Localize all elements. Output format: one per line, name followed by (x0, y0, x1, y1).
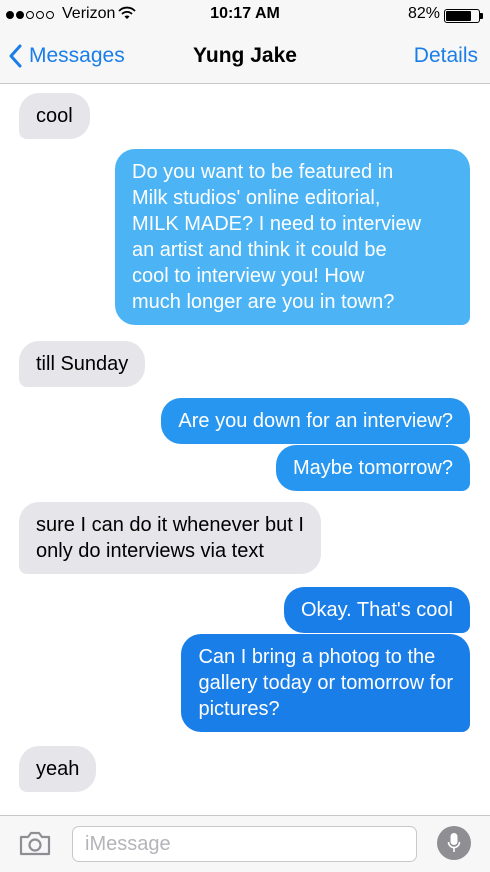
outgoing-message-bubble[interactable]: Do you want to be featured in Milk studi… (115, 149, 470, 325)
battery-level-fill (446, 11, 472, 21)
status-bar: Verizon 10:17 AM 82% (0, 0, 490, 30)
outgoing-message-bubble[interactable]: Are you down for an interview? (161, 398, 470, 444)
microphone-button[interactable] (437, 826, 471, 860)
battery-icon (444, 9, 483, 23)
navigation-bar: Messages Yung Jake Details (0, 30, 490, 84)
battery-percent: 82% (407, 5, 440, 22)
outgoing-message-bubble[interactable]: Can I bring a photog to the gallery toda… (181, 634, 470, 732)
outgoing-message-bubble[interactable]: Maybe tomorrow? (275, 445, 470, 491)
incoming-message-bubble[interactable]: till Sunday (19, 341, 146, 387)
battery-tip (480, 13, 483, 19)
camera-icon (19, 831, 51, 856)
camera-button[interactable] (18, 830, 52, 861)
microphone-icon (447, 833, 461, 852)
message-thread: cool Do you want to be featured in Milk … (0, 85, 490, 815)
incoming-message-bubble[interactable]: sure I can do it whenever but I only do … (19, 502, 321, 574)
details-button[interactable]: Details (414, 44, 478, 68)
imessage-input[interactable] (72, 826, 417, 862)
outgoing-message-bubble[interactable]: Okay. That's cool (283, 587, 470, 633)
incoming-message-bubble[interactable]: yeah (19, 746, 97, 792)
message-input-bar (0, 815, 490, 872)
incoming-message-bubble[interactable]: cool (19, 93, 90, 139)
